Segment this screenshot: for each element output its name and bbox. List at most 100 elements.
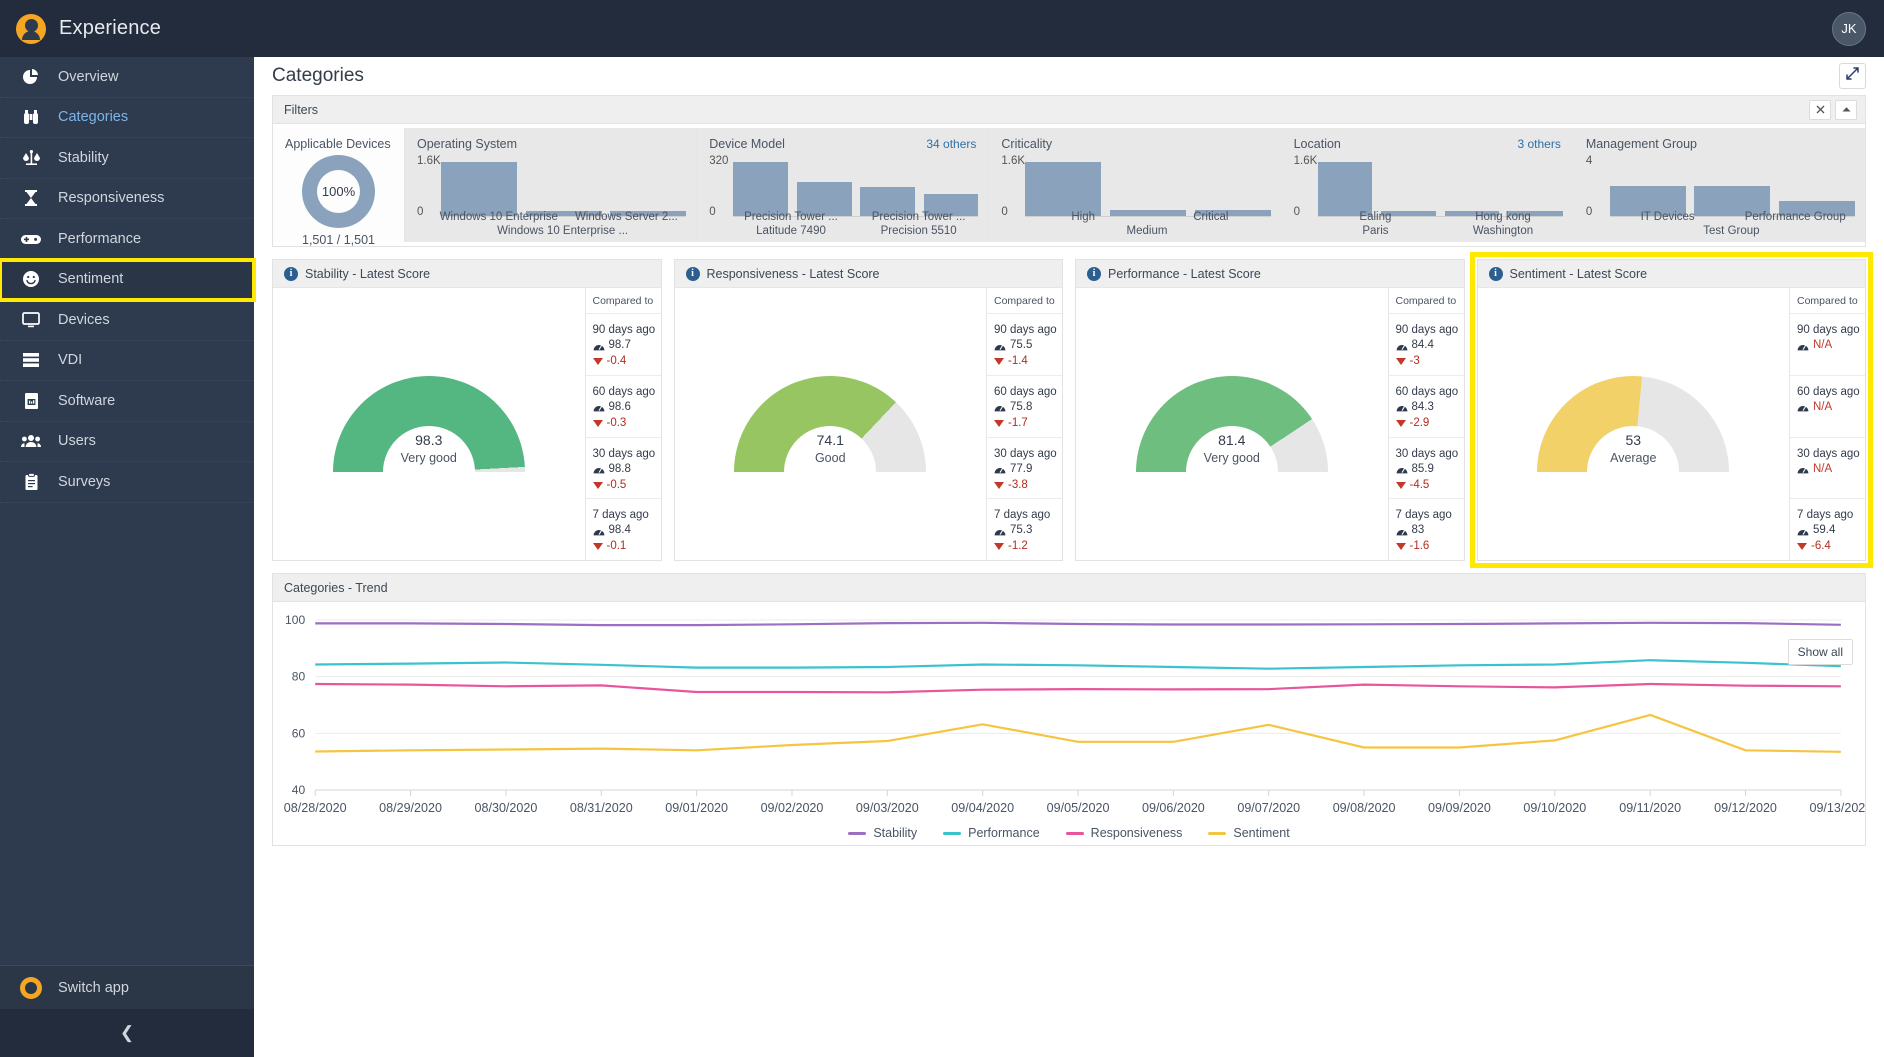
show-all-button[interactable]: Show all [1787, 639, 1853, 665]
filter-bar-label: Washington [1472, 225, 1534, 237]
avatar[interactable]: JK [1832, 11, 1866, 46]
filters-collapse-button[interactable] [1835, 99, 1857, 120]
filters-panel: Filters Applicable Devices 100% 1,501 / … [272, 95, 1866, 247]
legend-swatch [943, 831, 962, 835]
chart-line-stability[interactable] [315, 621, 1841, 627]
filter-title: Location [1293, 137, 1341, 151]
gauge-meter-icon [1797, 402, 1809, 412]
filter-device-model[interactable]: Device Model 34 others 320 0 Precision Tower… [697, 128, 990, 242]
smiley-icon [20, 269, 42, 289]
score-card: i Responsiveness - Latest Score 74.1 Good Co… [673, 259, 1063, 561]
chart-line-performance[interactable] [315, 659, 1841, 670]
sidebar-item-software[interactable]: Software [0, 381, 254, 422]
info-icon[interactable]: i [284, 266, 298, 281]
sidebar-item-responsiveness[interactable]: Responsiveness [0, 179, 254, 219]
comparison-value-row: 84.4 [1396, 338, 1464, 353]
filter-label-row: Precision Tower ... Precision Tower ... [727, 210, 982, 224]
chart-legend: Stability Performance Responsiveness Sentim… [273, 826, 1865, 840]
expand-button[interactable] [1839, 63, 1866, 89]
info-icon[interactable]: i [1488, 266, 1503, 281]
sidebar-item-vdi[interactable]: VDI [0, 341, 254, 381]
filter-criticality[interactable]: Criticality 1.6K 0 High Critical Medium [989, 128, 1282, 242]
x-axis-tick: 08/30/2020 [475, 801, 538, 815]
gauge-area: 81.4 Very good [1076, 288, 1388, 560]
switch-app-button[interactable]: Switch app [0, 965, 254, 1009]
filter-label-row: Windows 10 Enterprise Windows Server 2... [435, 210, 690, 224]
sidebar-item-performance[interactable]: Performance [0, 219, 254, 260]
legend-item[interactable]: Responsiveness [1065, 826, 1182, 840]
filter-title: Criticality [1001, 137, 1053, 151]
comparison-period: 7 days ago [592, 509, 649, 522]
x-axis-tick: 09/04/2020 [951, 801, 1014, 815]
comparison-item: 7 days ago 75.3 -1.2 [987, 499, 1062, 560]
legend-label: Sentiment [1233, 826, 1290, 840]
trend-down-icon [994, 419, 1004, 427]
filter-bar[interactable] [1025, 162, 1102, 216]
filter-bar-label: Paris [1362, 225, 1389, 237]
comparison-item: 90 days ago N/A [1790, 314, 1865, 376]
filter-bar-labels: Ealing Hong kong Paris Washington [1312, 210, 1567, 238]
content: Filters Applicable Devices 100% 1,501 / … [254, 95, 1884, 1057]
filter-management-group[interactable]: Management Group 4 0 IT Devices Performance … [1573, 128, 1866, 242]
sidebar-item-sentiment[interactable]: Sentiment [0, 257, 256, 302]
comparison-item: 60 days ago 84.3 -2.9 [1388, 376, 1464, 438]
comparison-period: 90 days ago [994, 324, 1057, 336]
comparison-delta-value: -1.6 [1409, 540, 1430, 553]
legend-item[interactable]: Performance [943, 826, 1040, 840]
filter-bar[interactable] [1317, 162, 1373, 216]
comparison-value-row: 83 [1396, 523, 1464, 538]
info-icon[interactable]: i [685, 266, 700, 281]
gauge-meter-icon [593, 341, 605, 351]
gauge-meter-icon [994, 341, 1006, 351]
sidebar-item-users[interactable]: Users [0, 422, 254, 462]
gauge-label: 81.4 Very good [1136, 431, 1328, 467]
filter-bar-label: Critical [1193, 211, 1229, 223]
sidebar-item-label: Overview [58, 68, 119, 85]
filter-label-row: Ealing Hong kong [1312, 210, 1567, 224]
sidebar-item-stability[interactable]: Stability [0, 138, 254, 179]
sidebar-item-overview[interactable]: Overview [0, 57, 254, 98]
sidebar-item-surveys[interactable]: Surveys [0, 462, 254, 503]
comparison-period: 60 days ago [1797, 385, 1860, 398]
clipboard-icon [20, 472, 42, 492]
comparison-value: 84.3 [1411, 400, 1434, 413]
legend-item[interactable]: Stability [848, 826, 917, 840]
sidebar-item-categories[interactable]: Categories [0, 98, 254, 138]
trend-down-icon [994, 481, 1004, 489]
comparison-value-row: 84.3 [1396, 400, 1464, 415]
x-axis-tick: 09/06/2020 [1142, 801, 1205, 815]
sidebar-item-devices[interactable]: Devices [0, 300, 254, 341]
comparison-value-row: 75.3 [994, 523, 1062, 538]
filter-bar[interactable] [733, 162, 789, 216]
legend-swatch [848, 831, 867, 835]
axis-min-label: 0 [709, 206, 716, 218]
gauge-label: 53 Average [1537, 431, 1729, 467]
comparison-value-row: 75.8 [994, 400, 1062, 415]
donut-count: 1,501 / 1,501 [302, 233, 375, 247]
chart-line-responsiveness[interactable] [315, 682, 1841, 694]
filter-others-link[interactable]: 3 others [1517, 137, 1560, 151]
comparison-period: 90 days ago [1797, 324, 1860, 336]
comparison-value-row: 98.7 [593, 338, 661, 353]
trend-body: 40 60 80 100 08/28/2020 08/29/2020 08/30/2020 0… [273, 602, 1865, 846]
sidebar-collapse-button[interactable]: ❮ [0, 1009, 254, 1057]
filter-operating-system[interactable]: Operating System 1.6K 0 Windows 10 Enterpri… [405, 128, 698, 242]
filters-close-button[interactable] [1809, 99, 1831, 120]
gauge-meter-icon [1396, 402, 1408, 412]
filter-others-link[interactable]: 34 others [926, 137, 976, 151]
gauge: 98.3 Very good [332, 376, 525, 472]
gauge-meter-icon [1797, 464, 1809, 474]
filter-bar-label: Precision 5510 [880, 225, 957, 237]
filter-bar[interactable] [441, 162, 518, 216]
legend-item[interactable]: Sentiment [1208, 826, 1290, 840]
compared-to-column: Compared to 90 days ago N/A 60 days ago N/A 3… [1789, 288, 1865, 560]
filter-bar-label: Medium [1126, 225, 1168, 237]
comparison-period: 60 days ago [994, 385, 1057, 398]
info-icon[interactable]: i [1087, 266, 1101, 281]
experience-logo-icon [16, 13, 46, 44]
filter-location[interactable]: Location 3 others 1.6K 0 Ealing Hong kong Pari… [1281, 128, 1574, 242]
axis-min-label: 0 [1293, 206, 1301, 218]
x-axis-tick: 09/13/2020 [1809, 801, 1865, 815]
gauge-meter-icon [1396, 341, 1408, 351]
filters-row: Applicable Devices 100% 1,501 / 1,501 Op… [273, 124, 1866, 247]
